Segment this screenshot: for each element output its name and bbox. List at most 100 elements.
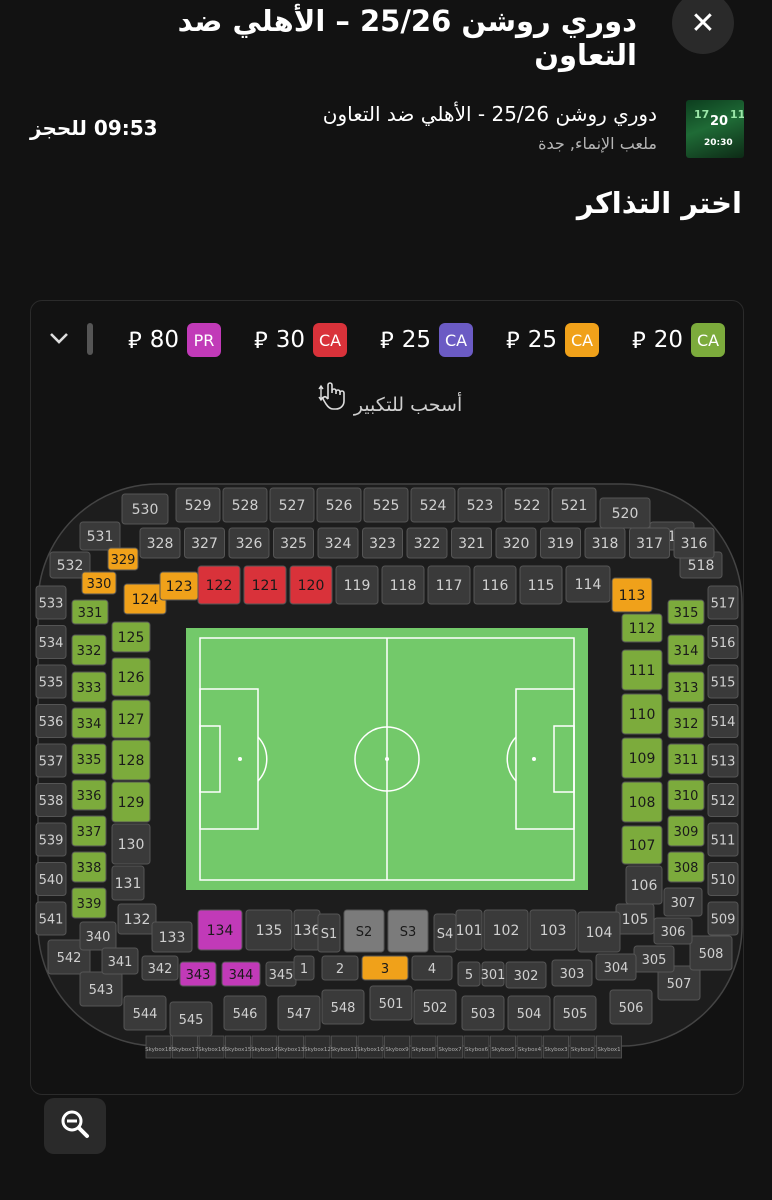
skybox-7[interactable]: Skybox12 (304, 1035, 331, 1059)
seat-section-334[interactable]: 334 (71, 707, 107, 739)
seat-section-328[interactable]: 328 (139, 527, 181, 559)
seat-section-128[interactable]: 128 (111, 739, 151, 781)
seat-section-533[interactable]: 533 (35, 585, 67, 620)
seat-section-130[interactable]: 130 (111, 823, 151, 865)
seat-section-327[interactable]: 327 (184, 527, 225, 559)
skybox-8[interactable]: Skybox11 (331, 1035, 358, 1059)
seat-section-546[interactable]: 546 (223, 995, 267, 1031)
seat-section-331[interactable]: 331 (71, 599, 109, 625)
seat-section-123[interactable]: 123 (159, 571, 199, 601)
seat-section-543[interactable]: 543 (79, 971, 123, 1007)
seat-section-107[interactable]: 107 (621, 825, 663, 865)
seat-section-310[interactable]: 310 (667, 779, 705, 811)
seat-section-135[interactable]: 135 (245, 909, 293, 951)
seat-section-502[interactable]: 502 (413, 989, 457, 1025)
seat-section-323[interactable]: 323 (362, 527, 403, 559)
seat-section-319[interactable]: 319 (540, 527, 581, 559)
seat-section-531[interactable]: 531 (79, 521, 121, 551)
seat-section-526[interactable]: 526 (316, 487, 362, 523)
seat-section-535[interactable]: 535 (35, 664, 67, 699)
seat-section-333[interactable]: 333 (71, 671, 107, 703)
seat-section-s1[interactable]: S1 (317, 913, 341, 953)
seat-section-314[interactable]: 314 (667, 634, 705, 666)
skybox-3[interactable]: Skybox16 (198, 1035, 225, 1059)
seat-section-102[interactable]: 102 (483, 909, 529, 951)
skybox-2[interactable]: Skybox17 (172, 1035, 199, 1059)
seat-section-332[interactable]: 332 (71, 634, 107, 666)
seat-section-322[interactable]: 322 (406, 527, 448, 559)
seat-section-544[interactable]: 544 (123, 995, 167, 1031)
skybox-13[interactable]: Skybox6 (463, 1035, 490, 1059)
seat-section-115[interactable]: 115 (519, 565, 563, 605)
skybox-15[interactable]: Skybox4 (516, 1035, 543, 1059)
seat-section-511[interactable]: 511 (707, 822, 739, 857)
seat-section-503[interactable]: 503 (461, 995, 505, 1031)
seat-section-132[interactable]: 132 (117, 903, 157, 935)
seat-section-121[interactable]: 121 (243, 565, 287, 605)
seat-section-127[interactable]: 127 (111, 699, 151, 739)
seat-section-108[interactable]: 108 (621, 781, 663, 823)
skybox-11[interactable]: Skybox8 (410, 1035, 437, 1059)
seat-section-524[interactable]: 524 (410, 487, 456, 523)
seat-section-111[interactable]: 111 (621, 649, 663, 691)
skybox-9[interactable]: Skybox10 (357, 1035, 384, 1059)
seat-section-343[interactable]: 343 (179, 961, 217, 987)
skybox-17[interactable]: Skybox2 (569, 1035, 596, 1059)
seat-section-517[interactable]: 517 (707, 585, 739, 620)
seat-section-501[interactable]: 501 (369, 985, 413, 1021)
seat-section-548[interactable]: 548 (321, 989, 365, 1025)
skybox-14[interactable]: Skybox5 (490, 1035, 516, 1059)
skybox-5[interactable]: Skybox14 (251, 1035, 278, 1059)
seat-section-521[interactable]: 521 (551, 487, 597, 523)
seat-section-529[interactable]: 529 (175, 487, 221, 523)
seat-section-320[interactable]: 320 (495, 527, 537, 559)
seat-section-525[interactable]: 525 (363, 487, 409, 523)
seat-section-504[interactable]: 504 (507, 995, 551, 1031)
seat-section-339[interactable]: 339 (71, 887, 107, 919)
seat-section-110[interactable]: 110 (621, 693, 663, 735)
seat-section-514[interactable]: 514 (707, 704, 739, 738)
stadium-map[interactable]: 529 528 527 526 525 524 523 522 5215305315325205… (0, 0, 772, 1200)
seat-section-340[interactable]: 340 (79, 921, 117, 951)
seat-section-324[interactable]: 324 (317, 527, 359, 559)
seat-section-117[interactable]: 117 (427, 565, 471, 605)
seat-section-539[interactable]: 539 (35, 822, 67, 857)
seat-section-506[interactable]: 506 (609, 989, 653, 1025)
seat-section-317[interactable]: 317 (629, 527, 670, 559)
seat-section-311[interactable]: 311 (667, 743, 705, 775)
seat-section-s2[interactable]: S2 (343, 909, 385, 953)
seat-section-516[interactable]: 516 (707, 625, 739, 659)
seat-section-114[interactable]: 114 (565, 565, 611, 603)
seat-section-126[interactable]: 126 (111, 657, 151, 697)
seat-section-329[interactable]: 329 (107, 547, 139, 571)
seat-section-513[interactable]: 513 (707, 743, 739, 778)
seat-section-342[interactable]: 342 (141, 955, 179, 981)
seat-section-106[interactable]: 106 (625, 865, 663, 905)
seat-section-345[interactable]: 345 (265, 961, 297, 987)
seat-section-515[interactable]: 515 (707, 664, 739, 699)
seat-section-321[interactable]: 321 (451, 527, 492, 559)
seat-section-136[interactable]: 136 (293, 909, 321, 951)
seat-section-325[interactable]: 325 (273, 527, 314, 559)
seat-section-312[interactable]: 312 (667, 707, 705, 739)
zoom-out-button[interactable] (44, 1098, 106, 1154)
seat-section-303[interactable]: 303 (551, 959, 593, 987)
seat-section-335[interactable]: 335 (71, 743, 107, 775)
seat-section-330[interactable]: 330 (81, 571, 117, 595)
seat-section-134[interactable]: 134 (197, 909, 243, 951)
skybox-10[interactable]: Skybox9 (384, 1035, 410, 1059)
seat-section-313[interactable]: 313 (667, 671, 705, 703)
seat-section-545[interactable]: 545 (169, 1001, 213, 1037)
skybox-4[interactable]: Skybox15 (225, 1035, 252, 1059)
seat-section-s3[interactable]: S3 (387, 909, 429, 953)
skybox-1[interactable]: Skybox18 (145, 1035, 172, 1059)
seat-section-505[interactable]: 505 (553, 995, 597, 1031)
seat-section-527[interactable]: 527 (269, 487, 315, 523)
seat-section-113[interactable]: 113 (611, 577, 653, 613)
seat-section-104[interactable]: 104 (577, 911, 621, 953)
seat-section-4[interactable]: 4 (411, 955, 453, 981)
seat-section-3[interactable]: 3 (361, 955, 409, 981)
seat-section-318[interactable]: 318 (584, 527, 626, 559)
seat-section-315[interactable]: 315 (667, 599, 705, 625)
seat-section-129[interactable]: 129 (111, 781, 151, 823)
